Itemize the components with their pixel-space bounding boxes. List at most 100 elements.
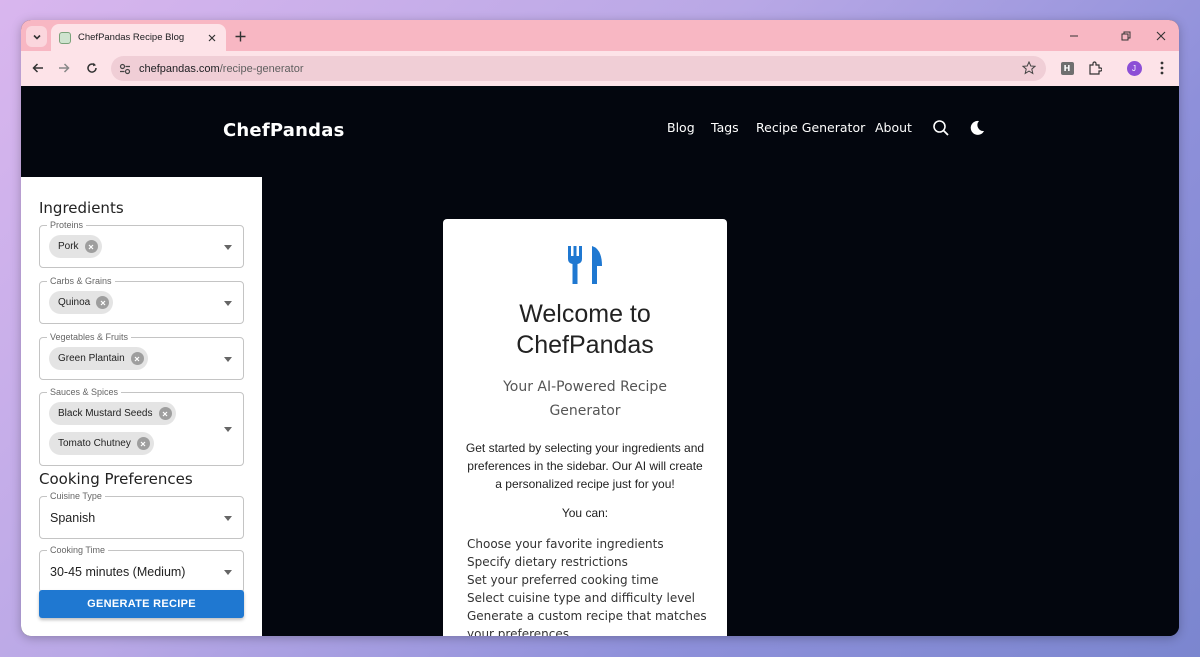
list-item: Specify dietary restrictions bbox=[467, 555, 628, 569]
close-icon bbox=[134, 356, 140, 361]
remove-chip-button[interactable] bbox=[84, 240, 98, 253]
sauces-select[interactable]: Sauces & Spices Black Mustard Seeds Toma… bbox=[39, 386, 244, 466]
welcome-tagline: Your AI-Powered Recipe Generator bbox=[503, 379, 667, 419]
restore-icon bbox=[1121, 31, 1131, 41]
nav-link-recipe-generator[interactable]: Recipe Generator bbox=[756, 120, 865, 135]
remove-chip-button[interactable] bbox=[96, 296, 110, 309]
bookmark-star-icon[interactable] bbox=[1022, 61, 1036, 75]
close-icon bbox=[100, 300, 106, 305]
you-can-heading: You can: bbox=[561, 506, 609, 520]
generate-recipe-button[interactable]: GENERATE RECIPE bbox=[39, 590, 244, 618]
close-icon bbox=[162, 411, 168, 416]
tab-search-button[interactable] bbox=[26, 26, 47, 47]
minimize-icon bbox=[1070, 35, 1078, 37]
chip-quinoa: Quinoa bbox=[49, 291, 114, 314]
minimize-button[interactable] bbox=[1067, 29, 1081, 43]
extension-h-icon: H bbox=[1060, 61, 1074, 75]
chip-label: Green Plantain bbox=[58, 353, 125, 364]
dropdown-arrow-icon[interactable] bbox=[224, 357, 232, 362]
site-info-icon[interactable] bbox=[119, 63, 131, 75]
cooking-time-select[interactable]: Cooking Time 30-45 minutes (Medium) bbox=[39, 544, 244, 593]
chevron-down-icon bbox=[32, 34, 41, 40]
welcome-title-line-2: ChefPandas bbox=[516, 331, 654, 359]
chip-label: Pork bbox=[58, 241, 79, 252]
sidebar: Ingredients Proteins Pork Carbs & Grains… bbox=[21, 177, 262, 636]
nav-link-tags[interactable]: Tags bbox=[711, 120, 739, 135]
remove-chip-button[interactable] bbox=[130, 352, 144, 365]
reload-button[interactable] bbox=[84, 60, 100, 76]
site-favicon-icon bbox=[59, 31, 71, 44]
fork-knife-icon bbox=[568, 246, 602, 284]
chip-label: Tomato Chutney bbox=[58, 438, 131, 449]
carbs-label: Carbs & Grains bbox=[47, 275, 115, 287]
chip-tomato-chutney: Tomato Chutney bbox=[49, 432, 154, 455]
url-text: chefpandas.com/recipe-generator bbox=[139, 63, 304, 75]
browser-menu-button[interactable] bbox=[1154, 60, 1170, 76]
active-tab[interactable]: ChefPandas Recipe Blog bbox=[51, 24, 226, 51]
nav-link-blog[interactable]: Blog bbox=[667, 120, 695, 135]
cooking-time-value: 30-45 minutes (Medium) bbox=[50, 565, 186, 579]
tab-close-button[interactable] bbox=[204, 30, 220, 46]
close-icon bbox=[1156, 31, 1166, 41]
extension-h-button[interactable]: H bbox=[1059, 60, 1075, 76]
welcome-description: Get started by selecting your ingredient… bbox=[465, 441, 705, 491]
profile-button[interactable]: J bbox=[1126, 60, 1142, 76]
window-close-button[interactable] bbox=[1154, 29, 1168, 43]
site-logo[interactable]: ChefPandas bbox=[223, 120, 344, 141]
welcome-card: Welcome to ChefPandas Your AI-Powered Re… bbox=[443, 219, 727, 636]
dark-mode-moon-icon[interactable] bbox=[968, 119, 986, 137]
browser-toolbar: chefpandas.com/recipe-generator H J bbox=[21, 51, 1179, 86]
reload-icon bbox=[87, 62, 97, 73]
arrow-left-icon bbox=[32, 63, 43, 73]
dropdown-arrow-icon[interactable] bbox=[224, 245, 232, 250]
extensions-button[interactable] bbox=[1087, 60, 1103, 76]
cooking-preferences-heading: Cooking Preferences bbox=[39, 470, 193, 488]
cuisine-type-select[interactable]: Cuisine Type Spanish bbox=[39, 490, 244, 539]
address-bar[interactable]: chefpandas.com/recipe-generator bbox=[111, 56, 1046, 81]
proteins-select[interactable]: Proteins Pork bbox=[39, 219, 244, 268]
proteins-label: Proteins bbox=[47, 219, 87, 231]
dropdown-arrow-icon[interactable] bbox=[224, 301, 232, 306]
chip-green-plantain: Green Plantain bbox=[49, 347, 148, 370]
close-icon bbox=[140, 441, 146, 446]
chip-black-mustard-seeds: Black Mustard Seeds bbox=[49, 402, 176, 425]
restore-button[interactable] bbox=[1119, 29, 1133, 43]
chip-pork: Pork bbox=[49, 235, 102, 258]
forward-button[interactable] bbox=[56, 60, 72, 76]
chip-label: Quinoa bbox=[58, 297, 91, 308]
new-tab-button[interactable] bbox=[232, 28, 248, 44]
list-item: Choose your favorite ingredients bbox=[467, 537, 664, 551]
carbs-select[interactable]: Carbs & Grains Quinoa bbox=[39, 275, 244, 324]
url-path: /recipe-generator bbox=[219, 62, 304, 75]
dropdown-arrow-icon[interactable] bbox=[224, 516, 232, 521]
tab-title: ChefPandas Recipe Blog bbox=[78, 32, 185, 43]
ingredients-heading: Ingredients bbox=[39, 199, 124, 217]
browser-window: ChefPandas Recipe Blog chefpandas.com/re… bbox=[21, 20, 1179, 636]
search-icon[interactable] bbox=[932, 119, 950, 137]
back-button[interactable] bbox=[30, 60, 46, 76]
welcome-title-line-1: Welcome to bbox=[519, 300, 651, 328]
web-page: ChefPandas Blog Tags Recipe Generator Ab… bbox=[21, 86, 1179, 636]
avatar: J bbox=[1126, 60, 1142, 76]
nav-link-about[interactable]: About bbox=[875, 120, 912, 135]
dropdown-arrow-icon[interactable] bbox=[224, 570, 232, 575]
dropdown-arrow-icon[interactable] bbox=[224, 427, 232, 432]
url-host: chefpandas.com bbox=[139, 62, 220, 75]
list-item: Generate a custom recipe that matches yo… bbox=[467, 609, 707, 636]
remove-chip-button[interactable] bbox=[158, 407, 172, 420]
list-item: Set your preferred cooking time bbox=[467, 573, 659, 587]
remove-chip-button[interactable] bbox=[136, 437, 150, 450]
sauces-label: Sauces & Spices bbox=[47, 386, 122, 398]
vegetables-select[interactable]: Vegetables & Fruits Green Plantain bbox=[39, 331, 244, 380]
tab-strip: ChefPandas Recipe Blog bbox=[21, 20, 1179, 51]
close-icon bbox=[88, 244, 94, 249]
cuisine-type-value: Spanish bbox=[50, 511, 96, 525]
close-icon bbox=[208, 34, 216, 41]
cooking-time-label: Cooking Time bbox=[47, 544, 109, 556]
plus-icon bbox=[235, 31, 245, 41]
puzzle-icon bbox=[1089, 61, 1102, 75]
chip-label: Black Mustard Seeds bbox=[58, 408, 153, 419]
arrow-right-icon bbox=[59, 63, 70, 73]
vegetables-label: Vegetables & Fruits bbox=[47, 331, 132, 343]
list-item: Select cuisine type and difficulty level bbox=[467, 591, 696, 605]
